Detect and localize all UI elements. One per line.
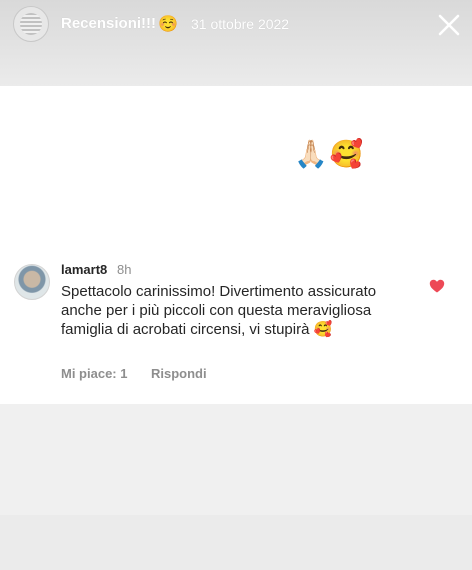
story-sticker-emojis: 🙏🏻🥰 (294, 139, 366, 169)
comment-card: lamart8 8h Spettacolo carinissimo! Diver… (0, 248, 472, 404)
likes-count[interactable]: Mi piace: 1 (61, 366, 127, 381)
story-title-emoji: ☺️ (158, 16, 178, 33)
story-username[interactable]: Recensioni!!! (61, 15, 156, 32)
story-content-area (0, 86, 472, 248)
comment-time: 8h (117, 262, 132, 277)
story-header-background (0, 0, 472, 86)
story-date: 31 ottobre 2022 (191, 16, 290, 32)
story-footer-area (0, 515, 472, 570)
comment-username[interactable]: lamart8 (61, 262, 107, 277)
comment-avatar[interactable] (14, 264, 50, 300)
close-icon (438, 14, 460, 36)
heart-icon (429, 279, 445, 293)
avatar-pattern-icon (20, 13, 42, 35)
comment-text: Spettacolo carinissimo! Divertimento ass… (61, 283, 377, 338)
story-avatar[interactable] (13, 6, 49, 42)
reply-button[interactable]: Rispondi (151, 366, 207, 381)
close-button[interactable] (434, 10, 464, 40)
like-button[interactable] (429, 279, 445, 293)
